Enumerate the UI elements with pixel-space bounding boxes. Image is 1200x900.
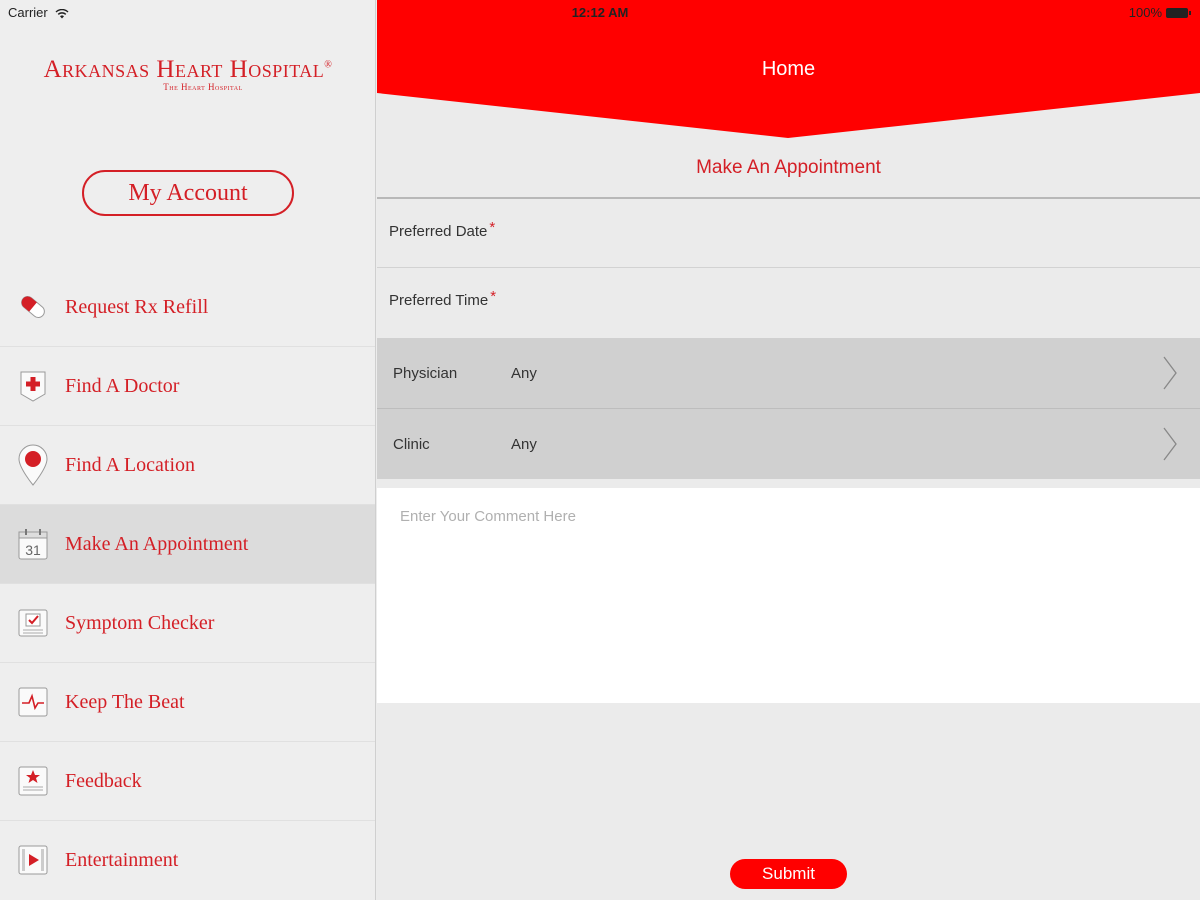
sidebar-item-find-a-location[interactable]: Find A Location — [0, 426, 375, 505]
sidebar-item-entertainment[interactable]: Entertainment — [0, 821, 375, 900]
pill-icon — [16, 290, 50, 324]
preferred-time-field[interactable]: Preferred Time * — [377, 268, 1200, 336]
status-time: 12:12 AM — [571, 5, 629, 20]
sidebar-item-symptom-checker[interactable]: Symptom Checker — [0, 584, 375, 663]
preferred-date-label: Preferred Date — [389, 223, 488, 240]
checklist-icon — [16, 606, 50, 640]
sidebar-item-label: Feedback — [65, 769, 142, 792]
chevron-right-icon — [1163, 356, 1177, 390]
hospital-logo: Arkansas Heart Hospital® The Heart Hospi… — [0, 56, 376, 92]
required-marker: * — [490, 288, 497, 305]
logo-registered-mark: ® — [324, 59, 333, 71]
location-pin-icon — [16, 444, 50, 486]
sidebar-item-label: Entertainment — [65, 849, 179, 871]
video-play-icon — [16, 843, 50, 877]
sidebar-item-label: Keep The Beat — [65, 690, 185, 713]
battery-status: 100% — [1128, 5, 1191, 20]
physician-select[interactable]: Physician Any — [377, 338, 1200, 408]
clinic-select[interactable]: Clinic Any — [377, 409, 1200, 479]
my-account-button[interactable]: My Account — [82, 170, 294, 216]
sidebar-item-find-a-doctor[interactable]: Find A Doctor — [0, 347, 375, 426]
sidebar-item-request-rx-refill[interactable]: Request Rx Refill — [0, 268, 375, 347]
sidebar-item-make-an-appointment[interactable]: 31 Make An Appointment — [0, 505, 375, 584]
physician-value: Any — [511, 365, 537, 382]
submit-button[interactable]: Submit — [730, 859, 847, 889]
preferred-date-field[interactable]: Preferred Date * — [377, 199, 1200, 267]
clinic-value: Any — [511, 436, 537, 453]
header-title: Home — [761, 58, 816, 80]
sidebar-menu: Request Rx Refill Find A Doctor Find A L… — [0, 268, 375, 900]
logo-title: Arkansas Heart Hospital — [43, 56, 325, 83]
battery-percent: 100% — [1128, 5, 1162, 20]
calendar-icon: 31 — [16, 527, 50, 561]
physician-label: Physician — [393, 365, 458, 382]
feedback-star-icon — [16, 764, 50, 798]
page-title: Make An Appointment — [696, 157, 881, 178]
main-content: Home Make An Appointment Preferred Date *… — [377, 0, 1200, 900]
calendar-day-number: 31 — [25, 542, 41, 558]
heartbeat-icon — [16, 685, 50, 719]
sidebar: Arkansas Heart Hospital® The Heart Hospi… — [0, 0, 376, 900]
medical-cross-icon — [16, 369, 50, 403]
sidebar-item-label: Request Rx Refill — [65, 295, 209, 318]
preferred-time-label: Preferred Time — [389, 292, 489, 309]
sidebar-item-feedback[interactable]: Feedback — [0, 742, 375, 821]
clinic-label: Clinic — [393, 436, 430, 453]
status-bar: Carrier 12:12 AM 100% — [0, 0, 1200, 26]
sidebar-item-keep-the-beat[interactable]: Keep The Beat — [0, 663, 375, 742]
sidebar-item-label: Find A Doctor — [65, 374, 180, 397]
comment-textarea[interactable] — [377, 488, 1200, 703]
chevron-right-icon — [1163, 427, 1177, 461]
required-marker: * — [489, 219, 496, 236]
battery-icon — [1166, 7, 1191, 18]
sidebar-item-label: Symptom Checker — [65, 611, 215, 634]
sidebar-item-label: Make An Appointment — [65, 532, 249, 555]
sidebar-item-label: Find A Location — [65, 453, 195, 476]
